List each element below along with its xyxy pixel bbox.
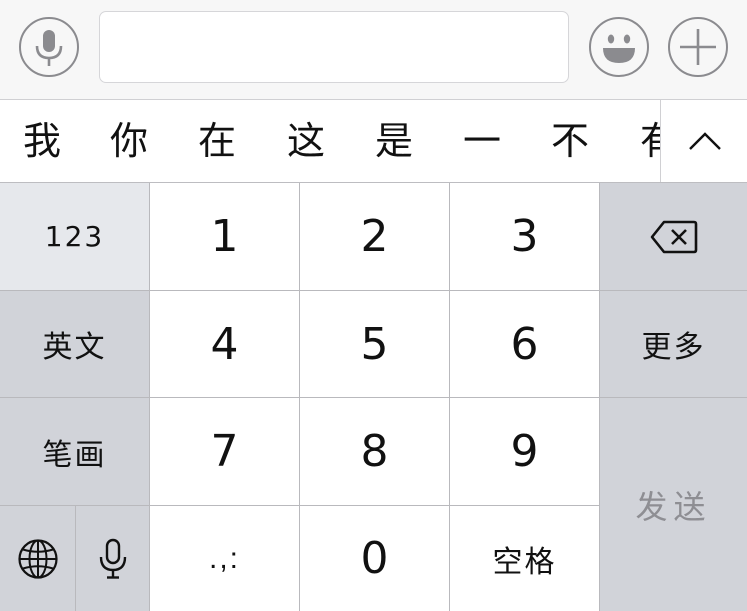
candidate-word[interactable]: 不: [551, 100, 589, 182]
key-0[interactable]: 0: [300, 506, 450, 611]
key-7[interactable]: 7: [150, 398, 300, 506]
key-8[interactable]: 8: [300, 398, 450, 506]
expand-candidates-button[interactable]: [660, 100, 747, 182]
candidate-word[interactable]: 这: [287, 100, 325, 182]
key-6[interactable]: 6: [450, 291, 600, 398]
key-label: 4: [210, 318, 239, 370]
key-label: 0: [360, 533, 389, 584]
globe-icon: [17, 538, 58, 579]
key-label: 123: [44, 220, 105, 253]
key-label: 笔画: [42, 437, 107, 473]
key-label: 发送: [635, 487, 712, 526]
key-label: 3: [510, 211, 539, 262]
key-label: 9: [510, 426, 539, 477]
delete-key[interactable]: [600, 183, 747, 291]
plus-icon: [680, 29, 716, 65]
key-123[interactable]: 123: [0, 183, 150, 291]
backspace-icon: [650, 220, 697, 253]
microphone-icon: [99, 538, 126, 579]
key-label: 2: [360, 211, 389, 262]
key-more[interactable]: 更多: [600, 291, 747, 398]
key-3[interactable]: 3: [450, 183, 600, 291]
key-label: 5: [360, 318, 389, 370]
emoji-button[interactable]: [589, 17, 649, 77]
candidate-word[interactable]: 我: [23, 100, 61, 182]
key-label: 8: [360, 426, 389, 477]
message-input-bar: [0, 0, 747, 100]
key-english[interactable]: 英文: [0, 291, 150, 398]
space-key[interactable]: 空格: [450, 506, 600, 611]
key-1[interactable]: 1: [150, 183, 300, 291]
chevron-up-icon: [689, 132, 721, 150]
key-4[interactable]: 4: [150, 291, 300, 398]
message-text-field[interactable]: [99, 11, 569, 83]
candidate-bar: 我 你 在 这 是 一 不 有: [0, 100, 747, 183]
key-label: 空格: [492, 544, 557, 580]
candidate-word[interactable]: 在: [198, 100, 236, 182]
key-label: 英文: [42, 330, 107, 365]
key-5[interactable]: 5: [300, 291, 450, 398]
numeric-keyboard: 123 1 2 3 英文 4 5 6 更多 笔画 7 8 9 发送 .,: 0 …: [0, 183, 747, 611]
key-label: 1: [210, 211, 239, 262]
voice-input-button[interactable]: [19, 17, 79, 77]
globe-key[interactable]: [0, 506, 76, 611]
microphone-icon: [35, 30, 63, 66]
candidate-word[interactable]: 你: [110, 100, 148, 182]
key-stroke[interactable]: 笔画: [0, 398, 150, 506]
key-label: .,:: [208, 541, 240, 575]
key-9[interactable]: 9: [450, 398, 600, 506]
dictation-key[interactable]: [76, 506, 150, 611]
punctuation-key[interactable]: .,:: [150, 506, 300, 611]
key-label: 更多: [641, 330, 706, 365]
key-label: 7: [210, 426, 239, 477]
candidate-word[interactable]: 一: [463, 100, 501, 182]
key-label: 6: [510, 318, 539, 370]
attachment-plus-button[interactable]: [668, 17, 728, 77]
key-2[interactable]: 2: [300, 183, 450, 291]
send-key[interactable]: 发送: [600, 398, 747, 611]
candidate-word[interactable]: 是: [375, 100, 413, 182]
smiley-icon: [603, 34, 635, 63]
